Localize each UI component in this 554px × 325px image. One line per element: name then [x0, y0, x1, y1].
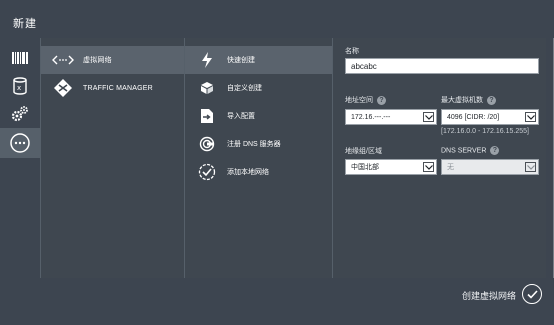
- help-icon[interactable]: ?: [377, 95, 386, 105]
- action-label: 导入配置: [227, 113, 255, 120]
- checkmark-icon: [526, 289, 538, 299]
- action-add-local-network[interactable]: 添加本地网络: [185, 158, 333, 186]
- network-arrows-icon: [49, 49, 77, 71]
- create-button[interactable]: [522, 284, 542, 304]
- action-import-config[interactable]: 导入配置: [185, 102, 333, 130]
- address-space-label-text: 地址空间: [345, 97, 373, 104]
- region-value: 中国北部: [351, 164, 379, 171]
- dialog-title: 新建: [13, 18, 37, 30]
- box-icon: [197, 77, 217, 99]
- help-icon[interactable]: ?: [487, 95, 496, 105]
- region-label: 地缘组/区域: [345, 148, 382, 155]
- chevron-down-icon: [525, 112, 536, 122]
- title-bar: 新建: [0, 0, 554, 38]
- dns-icon: [197, 133, 217, 155]
- nav-item-virtual-network[interactable]: 虚拟网络: [41, 46, 185, 74]
- dialog-footer: 创建虚拟网络: [0, 278, 554, 325]
- lightning-icon: [197, 49, 217, 71]
- category-nav: 虚拟网络 TRAFFIC MANAGER: [40, 38, 185, 278]
- barcode-icon[interactable]: [6, 46, 34, 70]
- network-dots-icon[interactable]: [0, 128, 40, 158]
- address-space-select[interactable]: 172.16.---.---: [345, 109, 437, 125]
- action-label: 添加本地网络: [227, 169, 269, 176]
- chevron-down-icon: [525, 162, 536, 172]
- nav-item-label: 虚拟网络: [83, 57, 112, 64]
- chevron-down-icon: [423, 162, 434, 172]
- address-space-label: 地址空间?: [345, 95, 386, 105]
- quick-create-form: 名称 abcabc 地址空间? 172.16.---.--- 最大虚拟机数? 4…: [332, 38, 546, 278]
- create-actions: 快速创建 自定义创建 导入配置 注册 DNS 服务器 添加本地网络: [184, 38, 333, 278]
- dns-server-value: 无: [447, 164, 454, 171]
- service-icon-rail: x: [0, 38, 40, 278]
- action-label: 注册 DNS 服务器: [227, 141, 281, 148]
- action-label: 快速创建: [227, 57, 255, 64]
- name-input[interactable]: abcabc: [345, 58, 539, 74]
- cylinder-icon[interactable]: x: [6, 74, 34, 98]
- nav-item-traffic-manager[interactable]: TRAFFIC MANAGER: [41, 74, 185, 102]
- svg-text:x: x: [17, 84, 21, 92]
- max-vms-select[interactable]: 4096 [CIDR: /20]: [441, 109, 539, 125]
- region-select[interactable]: 中国北部: [345, 159, 437, 175]
- max-vms-value: 4096 [CIDR: /20]: [447, 114, 500, 121]
- action-register-dns[interactable]: 注册 DNS 服务器: [185, 130, 333, 158]
- address-space-value: 172.16.---.---: [351, 114, 391, 121]
- max-vms-label: 最大虚拟机数?: [441, 95, 496, 105]
- action-quick-create[interactable]: 快速创建: [185, 46, 333, 74]
- name-label: 名称: [345, 48, 359, 55]
- import-icon: [197, 105, 217, 127]
- dns-server-label: DNS SERVER?: [441, 146, 500, 155]
- address-range-hint: [172.16.0.0 - 172.16.15.255]: [441, 128, 529, 135]
- dns-server-select[interactable]: 无: [441, 159, 539, 175]
- check-circle-icon: [197, 161, 217, 183]
- action-custom-create[interactable]: 自定义创建: [185, 74, 333, 102]
- gears-icon[interactable]: [6, 102, 34, 126]
- chevron-down-icon: [423, 112, 434, 122]
- nav-item-label: TRAFFIC MANAGER: [83, 84, 153, 92]
- max-vms-label-text: 最大虚拟机数: [441, 97, 483, 104]
- help-icon[interactable]: ?: [490, 146, 500, 155]
- create-network-label[interactable]: 创建虚拟网络: [462, 289, 516, 302]
- dns-server-label-text: DNS SERVER: [441, 147, 487, 155]
- action-label: 自定义创建: [227, 85, 262, 92]
- traffic-manager-icon: [49, 77, 77, 99]
